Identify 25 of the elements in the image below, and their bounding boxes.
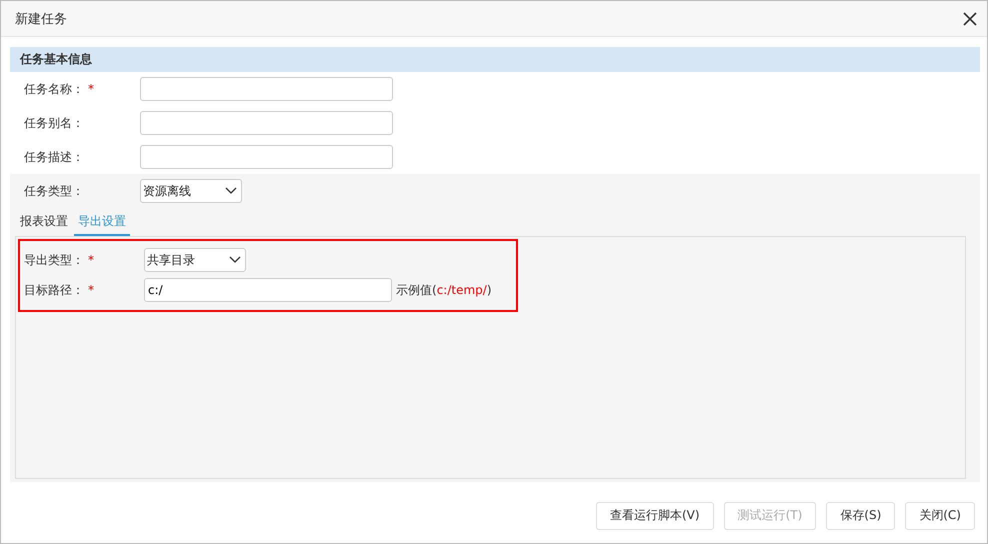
dropdown[interactable]: 资源离线 <box>140 179 242 204</box>
field-label: 目标路径： <box>24 282 84 297</box>
field-label: 任务别名： <box>24 116 84 130</box>
caret-icon <box>225 187 237 196</box>
dialog-button[interactable]: 查看运行脚本(V) <box>596 502 714 530</box>
hint-text: 示例值(c:/temp/) <box>396 282 492 299</box>
field-label: 任务类型： <box>24 182 85 200</box>
caret-icon <box>229 256 241 264</box>
input-field[interactable] <box>140 145 393 170</box>
dropdown[interactable]: 共享目录 <box>144 248 246 272</box>
dialog-button[interactable]: 关闭(C) <box>905 502 975 530</box>
required-mark: * <box>88 282 94 297</box>
tab[interactable]: 报表设置 <box>16 211 72 236</box>
input-field[interactable]: c:/ <box>144 278 392 302</box>
required-mark: * <box>88 82 94 96</box>
field-label: 任务描述： <box>24 150 84 164</box>
window-title: 新建任务 <box>15 10 67 28</box>
required-mark: * <box>88 252 94 267</box>
field-label: 任务名称： <box>24 82 84 96</box>
input-field[interactable] <box>140 77 393 102</box>
close-icon[interactable] <box>963 12 977 26</box>
input-field[interactable] <box>140 111 393 136</box>
dialog-button[interactable]: 保存(S) <box>826 502 896 530</box>
field-label: 导出类型： <box>24 252 84 267</box>
section-header: 任务基本信息 <box>10 47 980 72</box>
